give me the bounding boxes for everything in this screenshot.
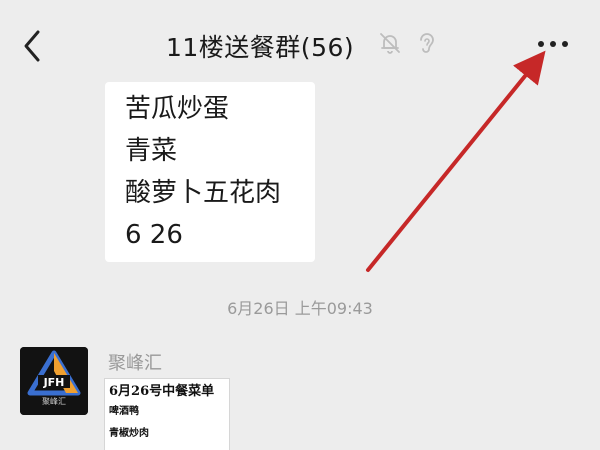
menu-title: 6月26号中餐菜单 xyxy=(109,384,215,399)
chat-title-wrap: 11楼送餐群(56) xyxy=(166,24,354,68)
menu-item: 啤酒鸭 xyxy=(109,406,139,417)
sender-name: 聚峰汇 xyxy=(108,353,162,374)
jfh-logo: JFH 聚峰汇 xyxy=(20,347,88,415)
menu-item: 青椒炒肉 xyxy=(109,428,149,439)
message-timestamp: 6月26日 上午09:43 xyxy=(227,299,373,318)
message-line: 酸萝卜五花肉 xyxy=(125,178,282,208)
message-bubble[interactable]: 苦瓜炒蛋 青菜 酸萝卜五花肉 6 26 xyxy=(105,82,315,262)
message-line: 青菜 xyxy=(125,136,178,166)
ear-icon xyxy=(415,31,437,55)
image-message[interactable]: 6月26号中餐菜单 啤酒鸭 青椒炒肉 xyxy=(104,378,230,450)
avatar-caption: 聚峰汇 xyxy=(42,396,66,406)
chevron-left-icon xyxy=(24,30,40,62)
more-options-button[interactable] xyxy=(533,32,573,56)
avatar-logo-text: JFH xyxy=(43,376,65,389)
back-button[interactable] xyxy=(18,26,50,66)
message-line: 6 26 xyxy=(125,220,183,250)
avatar[interactable]: JFH 聚峰汇 xyxy=(20,347,88,415)
chat-header: 11楼送餐群(56) xyxy=(0,0,600,84)
chat-title: 11楼送餐群(56) xyxy=(166,33,355,62)
more-horizontal-icon xyxy=(538,41,568,47)
message-line: 苦瓜炒蛋 xyxy=(125,94,230,124)
chat-screen: 11楼送餐群(56) 苦瓜炒蛋 青菜 酸萝卜五花肉 6 26 6月26日 上午0… xyxy=(0,0,600,450)
bell-off-icon xyxy=(378,31,402,55)
